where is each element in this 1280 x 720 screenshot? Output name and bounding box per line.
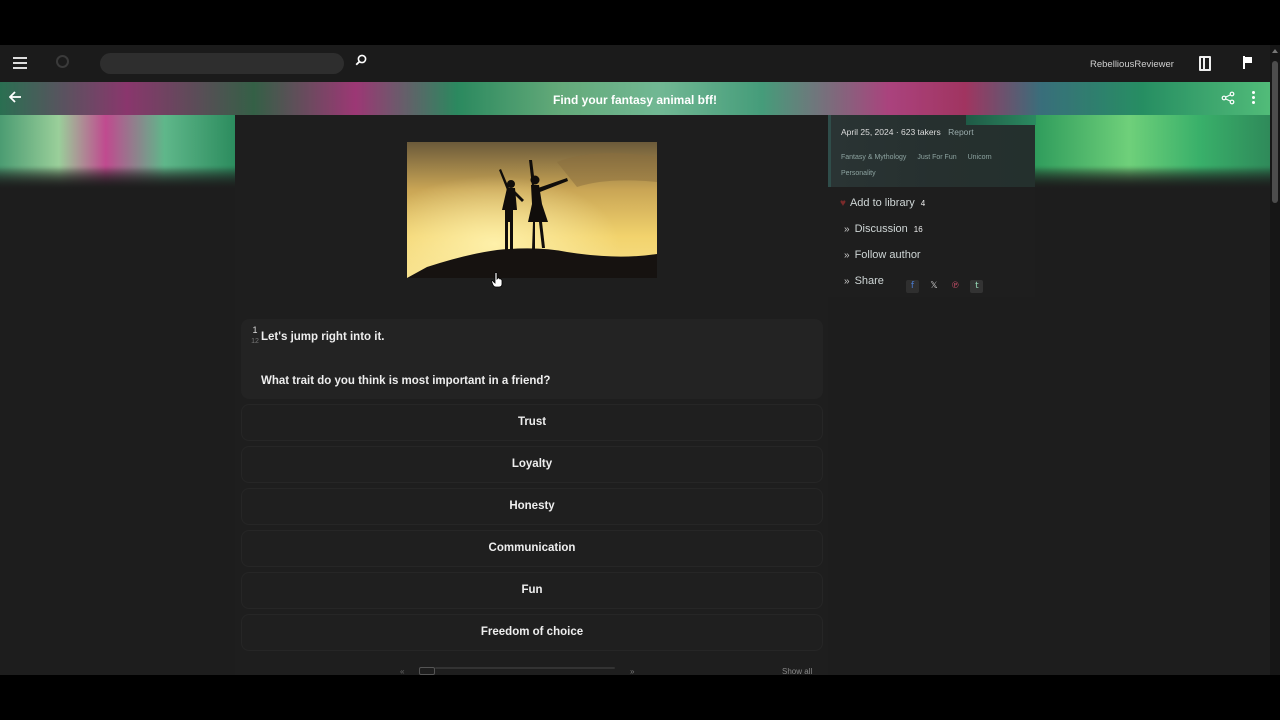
question-intro: Let's jump right into it. [261,331,385,343]
scrollbar-thumb[interactable] [1272,61,1278,203]
tag-link[interactable]: Fantasy & Mythology [841,154,906,161]
tag-link[interactable]: Personality [841,170,876,177]
chevron-right-icon: » [844,250,850,261]
pager-track[interactable] [435,667,615,669]
letterbox-top [0,0,1280,45]
quiz-title: Find your fantasy animal bff! [552,93,717,107]
site-logo-icon[interactable] [56,55,69,68]
username-link[interactable]: RebelliousReviewer [1090,59,1174,70]
chevron-right-icon: » [844,224,850,235]
search-icon[interactable] [355,54,373,72]
tumblr-icon[interactable]: t [970,280,984,293]
answer-option[interactable]: Loyalty [241,446,823,483]
quiz-main-column: 1 12 Let's jump right into it. What trai… [235,115,828,675]
add-to-library-link[interactable]: ♥ Add to library 4 [840,197,925,209]
flag-icon[interactable] [1243,56,1253,69]
more-options-icon[interactable] [1250,91,1256,105]
hamburger-menu-icon[interactable] [13,57,27,69]
follow-author-label: Follow author [854,249,921,261]
answer-option[interactable]: Honesty [241,488,823,525]
share-buttons: f 𝕏 ℗ t [906,275,987,293]
answer-option[interactable]: Trust [241,404,823,441]
author-cover-thumbnail [966,115,1036,125]
share-label: Share [854,275,884,287]
letterbox-bottom [0,675,1280,720]
quiz-cover-image[interactable] [407,142,657,278]
share-row: » Share [844,275,884,287]
pinterest-icon[interactable]: ℗ [949,280,962,293]
browser-viewport: RebelliousReviewer Find your fantasy ani… [0,45,1280,675]
top-nav-bar: RebelliousReviewer [0,45,1270,82]
quiz-meta-box: April 25, 2024 · 623 takers Report Fanta… [828,115,1036,187]
add-to-library-label: Add to library [849,197,915,209]
share-icon[interactable] [1221,91,1235,105]
answer-option[interactable]: Communication [241,530,823,567]
blurred-backdrop-left [0,115,235,190]
report-link[interactable]: Report [948,127,974,137]
answer-option[interactable]: Fun [241,572,823,609]
chevron-right-icon: » [844,276,850,287]
facebook-icon[interactable]: f [906,280,919,293]
hand-cursor-icon [491,272,503,291]
x-icon[interactable]: 𝕏 [927,280,940,293]
question-text: What trait do you think is most importan… [261,375,551,387]
follow-author-link[interactable]: » Follow author [844,249,921,261]
page-scrollbar[interactable] [1270,45,1280,675]
library-count: 4 [920,199,926,208]
discussion-count: 16 [913,225,923,234]
pager-prev-button[interactable]: « [400,667,404,675]
question-card: 1 12 Let's jump right into it. What trai… [241,319,823,399]
blurred-backdrop-right [1035,115,1270,190]
date-takers-text: April 25, 2024 · 623 takers [841,127,941,137]
library-book-icon[interactable] [1199,56,1211,71]
quiz-meta-line: April 25, 2024 · 623 takers Report [841,127,974,137]
answer-option[interactable]: Freedom of choice [241,614,823,651]
quiz-info-panel: April 25, 2024 · 623 takers Report Fanta… [828,115,1036,297]
tag-link[interactable]: Just For Fun [917,154,956,161]
pager-next-button[interactable]: » [630,667,634,675]
search-input[interactable] [100,53,344,74]
quiz-title-banner: Find your fantasy animal bff! [0,82,1270,115]
heart-icon: ♥ [840,198,846,209]
scroll-up-arrow-icon[interactable] [1272,49,1278,53]
show-all-link[interactable]: Show all [782,667,812,675]
tag-list: Fantasy & Mythology Just For Fun Unicorn… [841,150,1031,182]
pager-slider-handle[interactable] [419,667,435,675]
tag-link[interactable]: Unicorn [968,154,992,161]
discussion-label: Discussion [854,223,908,235]
question-pager: « » [395,667,635,675]
discussion-link[interactable]: » Discussion 16 [844,223,923,235]
